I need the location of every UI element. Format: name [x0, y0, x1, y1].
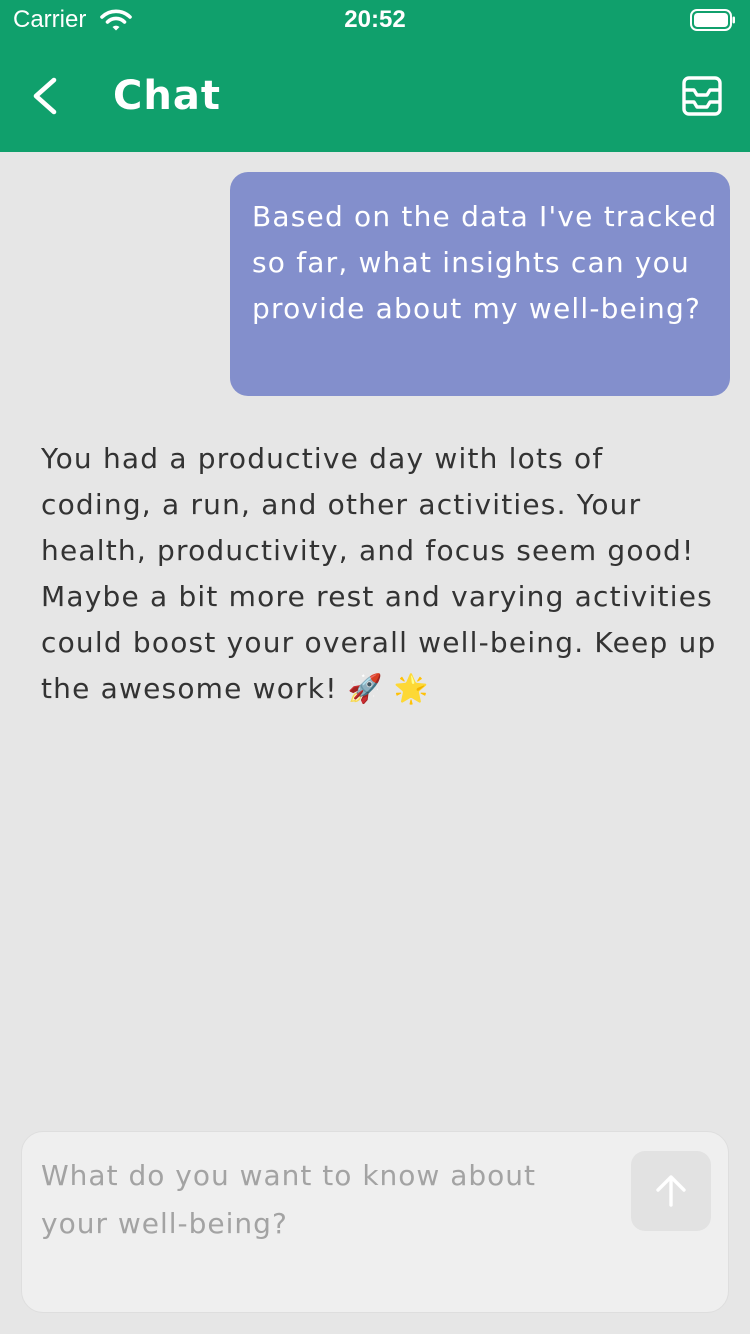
arrow-up-icon [656, 1175, 686, 1207]
assistant-message-text: You had a productive day with lots of co… [41, 442, 717, 705]
chat-screen: Carrier 20:52 Chat Based on the data I'v… [0, 0, 750, 1334]
history-button[interactable] [682, 76, 722, 116]
nav-bar: Chat [0, 40, 750, 152]
page-title: Chat [113, 73, 221, 119]
battery-icon [690, 9, 735, 31]
status-time: 20:52 [344, 6, 406, 33]
user-message-text: Based on the data I've tracked so far, w… [252, 200, 718, 325]
assistant-message: You had a productive day with lots of co… [41, 436, 721, 712]
status-bar: Carrier 20:52 [0, 0, 750, 40]
message-input[interactable] [41, 1152, 611, 1292]
send-button[interactable] [631, 1151, 711, 1231]
inbox-icon [682, 76, 722, 116]
message-composer [21, 1131, 729, 1313]
chevron-left-icon [33, 77, 57, 115]
user-message: Based on the data I've tracked so far, w… [230, 172, 730, 396]
back-button[interactable] [22, 70, 68, 122]
